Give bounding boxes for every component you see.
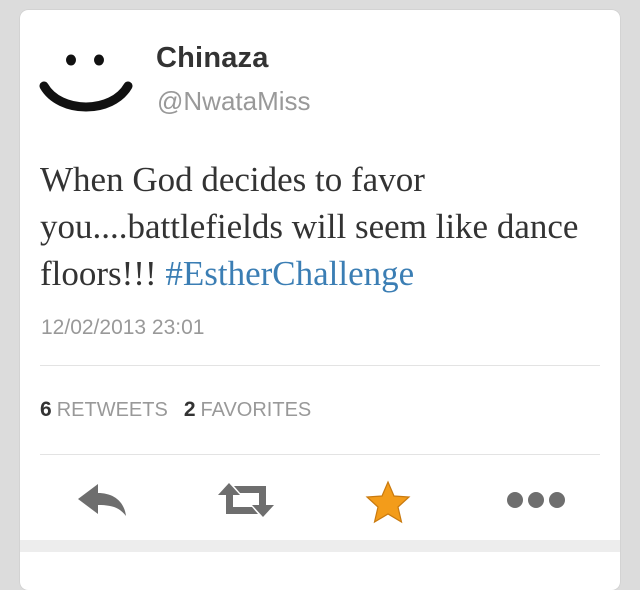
- divider: [40, 365, 600, 366]
- tweet-text: When God decides to favor you....battlef…: [40, 156, 600, 297]
- user-name[interactable]: Chinaza: [156, 42, 269, 75]
- more-button[interactable]: [502, 480, 572, 524]
- avatar[interactable]: [38, 40, 134, 124]
- card-bottom-edge: [20, 540, 620, 552]
- hashtag-link[interactable]: #EstherChallenge: [165, 254, 414, 293]
- tweet-timestamp: 12/02/2013 23:01: [41, 316, 205, 339]
- favorites-stat[interactable]: 2 FAVORITES: [183, 398, 312, 421]
- retweet-button[interactable]: [216, 480, 274, 524]
- tweet-stats: 6 RETWEETS 2 FAVORITES: [40, 398, 311, 422]
- reply-arrow-icon: [78, 484, 126, 516]
- retweet-icon: [218, 483, 274, 517]
- user-handle[interactable]: @NwataMiss: [157, 86, 311, 117]
- star-icon: [365, 480, 411, 524]
- retweets-label: RETWEETS: [56, 399, 168, 421]
- tweet-card: Chinaza @NwataMiss When God decides to f…: [20, 10, 620, 590]
- reply-button[interactable]: [74, 480, 130, 524]
- favorite-button[interactable]: [364, 480, 420, 524]
- tweet-actions: [20, 480, 620, 530]
- favorites-count: 2: [183, 398, 196, 421]
- retweets-count: 6: [40, 398, 52, 421]
- divider: [40, 454, 600, 455]
- retweets-stat[interactable]: 6 RETWEETS: [40, 398, 168, 421]
- smiley-face-icon: [39, 54, 133, 112]
- more-dots-icon: [507, 492, 565, 508]
- favorites-label: FAVORITES: [200, 399, 312, 421]
